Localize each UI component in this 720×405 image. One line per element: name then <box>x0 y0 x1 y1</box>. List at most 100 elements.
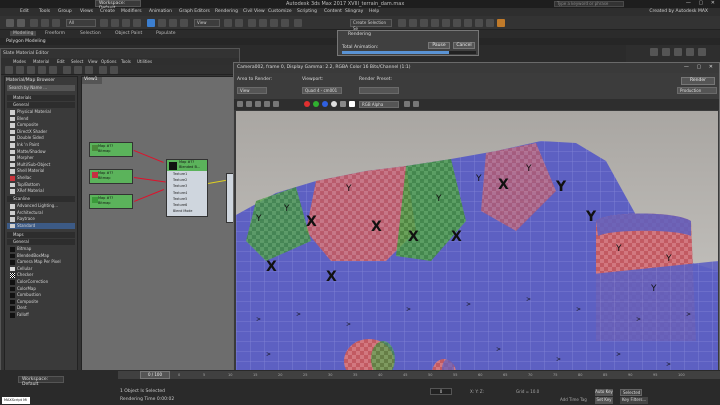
tab-modeling[interactable]: Modeling <box>10 31 37 36</box>
menu-help[interactable]: Help <box>369 9 379 14</box>
modify-tab-icon[interactable] <box>662 48 670 56</box>
pivot-icon[interactable] <box>224 19 232 27</box>
list-item[interactable]: Ink 'n Paint <box>7 142 75 149</box>
list-item[interactable]: Shell Material <box>7 168 75 175</box>
section-scanline[interactable]: Scanline <box>7 196 75 202</box>
edit-named-selection-icon[interactable] <box>294 19 302 27</box>
workspace-dropdown[interactable]: Workspace: Default <box>95 0 141 11</box>
spinner-snap-icon[interactable] <box>281 19 289 27</box>
list-item[interactable]: Dent <box>7 305 75 312</box>
save-image-icon[interactable] <box>237 101 243 107</box>
layer-icon[interactable] <box>420 19 428 27</box>
menu-scripting[interactable]: Scripting <box>297 9 317 14</box>
sme-delete-icon[interactable] <box>49 66 57 74</box>
map-node-a[interactable]: Map #?? Bitmap <box>89 142 133 157</box>
key-filters-button[interactable]: Key Filters... <box>620 397 648 404</box>
tab-view1[interactable]: View1 <box>82 77 102 84</box>
list-item[interactable]: Morpher <box>7 155 75 162</box>
hierarchy-tab-icon[interactable] <box>674 48 682 56</box>
node-view[interactable]: View1 Map #?? Bitmap Map #?? Bitmap Map … <box>81 76 240 392</box>
angle-snap-icon[interactable] <box>259 19 267 27</box>
list-item[interactable]: Shellac <box>7 175 75 182</box>
print-icon[interactable] <box>264 101 270 107</box>
selection-filter-dropdown[interactable]: All <box>66 19 96 27</box>
sme-menu-options[interactable]: Options <box>101 59 116 64</box>
menu-civil-view[interactable]: Civil View <box>243 9 265 14</box>
motion-tab-icon[interactable] <box>686 48 694 56</box>
maxscript-listener[interactable]: MAXScript Mi <box>2 397 30 404</box>
list-item[interactable]: Checker <box>7 272 75 279</box>
list-item[interactable]: BlendedBoxMap <box>7 253 75 260</box>
list-item[interactable]: Composite <box>7 299 75 306</box>
sme-background-icon[interactable] <box>85 66 93 74</box>
set-key-button[interactable]: Set Key <box>595 397 613 404</box>
map-node-c[interactable]: Map #?? Bitmap <box>89 194 133 209</box>
menu-graph-editors[interactable]: Graph Editors <box>179 9 210 14</box>
swatch-icon[interactable] <box>349 101 355 107</box>
menu-animation[interactable]: Animation <box>149 9 172 14</box>
list-item[interactable]: Physical Material <box>7 109 75 116</box>
tab-object-paint[interactable]: Object Paint <box>115 31 142 36</box>
rendered-image[interactable]: XXX XXX XYY YYY YYY YYY > > > > > > > > > > > > … <box>236 111 718 387</box>
window-crossing-icon[interactable] <box>133 19 141 27</box>
browser-search-input[interactable]: Search by Name ... <box>7 85 75 91</box>
list-item[interactable]: Architectural <box>7 210 75 217</box>
area-to-render-dropdown[interactable]: View <box>237 87 267 94</box>
menu-views[interactable]: Views <box>80 9 93 14</box>
list-item[interactable]: Advanced Lighting... <box>7 203 75 210</box>
section-materials[interactable]: Materials <box>7 95 75 101</box>
mirror-icon[interactable] <box>398 19 406 27</box>
list-item[interactable]: DirectX Shader <box>7 129 75 136</box>
list-item[interactable]: Raytrace <box>7 216 75 223</box>
window-controls[interactable]: — ▢ ✕ <box>686 0 718 6</box>
sme-menu-view[interactable]: View <box>88 59 98 64</box>
select-by-name-icon[interactable] <box>111 19 119 27</box>
undo-icon[interactable] <box>6 19 14 27</box>
snap-icon[interactable] <box>248 19 256 27</box>
sme-menu-utilities[interactable]: Utilities <box>137 59 152 64</box>
list-item[interactable]: Combustion <box>7 292 75 299</box>
move-icon[interactable] <box>147 19 155 27</box>
blue-channel-icon[interactable] <box>322 101 328 107</box>
list-item[interactable]: Falloff <box>7 312 75 319</box>
rotate-icon[interactable] <box>158 19 166 27</box>
select-manipulate-icon[interactable] <box>235 19 243 27</box>
menu-modifiers[interactable]: Modifiers <box>121 9 142 14</box>
list-item[interactable]: Matte/Shadow <box>7 149 75 156</box>
time-slider[interactable]: 0 / 100 0 5 10 15 20 25 30 35 40 45 50 55 60 65 70 75 80… <box>118 371 720 379</box>
menu-content[interactable]: Content <box>324 9 342 14</box>
sme-menu-select[interactable]: Select <box>71 59 83 64</box>
sme-menu-edit[interactable]: Edit <box>57 59 65 64</box>
render-preset-dropdown[interactable] <box>359 87 399 94</box>
scene-explorer-icon[interactable] <box>431 19 439 27</box>
tab-selection[interactable]: Selection <box>80 31 101 36</box>
list-item[interactable]: Blend <box>7 116 75 123</box>
list-item[interactable]: XRef Material <box>7 188 75 195</box>
list-item[interactable]: Camera Map Per Pixel <box>7 259 75 266</box>
pause-button[interactable]: Pause <box>428 42 450 49</box>
rect-select-icon[interactable] <box>122 19 130 27</box>
add-time-tag[interactable]: Add Time Tag <box>560 397 587 402</box>
sme-menu-material[interactable]: Material <box>33 59 49 64</box>
alpha-channel-icon[interactable] <box>331 101 337 107</box>
render-setup-icon[interactable] <box>475 19 483 27</box>
clone-window-icon[interactable] <box>255 101 261 107</box>
section-maps-general[interactable]: General <box>7 239 75 245</box>
tab-freeform[interactable]: Freeform <box>45 31 65 36</box>
sme-move-children-icon[interactable] <box>63 66 71 74</box>
list-item[interactable]: Composite <box>7 122 75 129</box>
scale-icon[interactable] <box>169 19 177 27</box>
link-icon[interactable] <box>30 19 38 27</box>
named-selection-dropdown[interactable]: Create Selection Se <box>350 19 392 31</box>
overlay-icon[interactable] <box>413 101 419 107</box>
list-item[interactable]: Double Sided <box>7 135 75 142</box>
sme-select-tool-icon[interactable] <box>5 66 13 74</box>
place-icon[interactable] <box>180 19 188 27</box>
percent-snap-icon[interactable] <box>270 19 278 27</box>
sme-put-to-scene-icon[interactable] <box>27 66 35 74</box>
curve-editor-icon[interactable] <box>442 19 450 27</box>
map-node-b[interactable]: Map #?? Bitmap <box>89 169 133 184</box>
sme-menu-modes[interactable]: Modes <box>13 59 26 64</box>
material-editor-icon[interactable] <box>464 19 472 27</box>
menu-tools[interactable]: Tools <box>39 9 50 14</box>
